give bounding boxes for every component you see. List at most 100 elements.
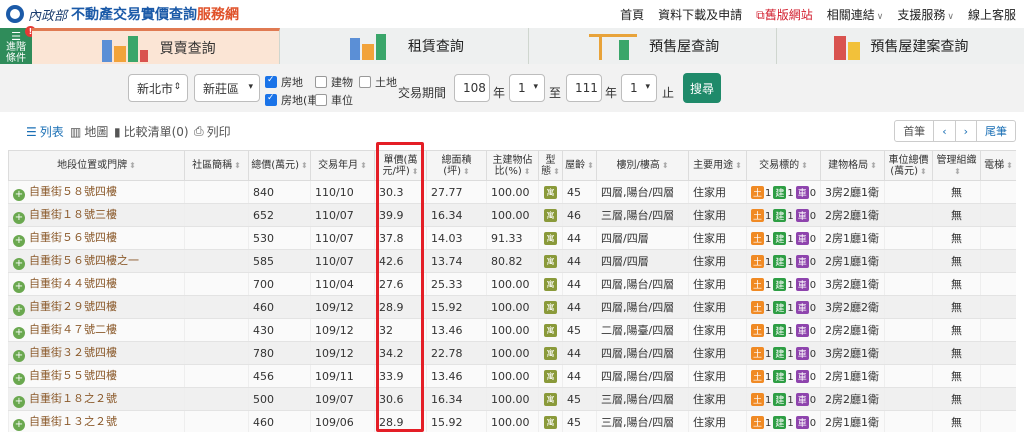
type-checkbox-house-land-car[interactable]: 房地(車) [265,92,323,108]
column-header[interactable]: 總面積(坪) ⬍ [426,150,487,181]
column-header[interactable]: 建物格局 ⬍ [820,150,885,181]
tab-rent[interactable]: 租賃查詢 [280,28,529,64]
apartment-type-icon: 寓 [544,209,557,222]
table-row[interactable]: + 自重街１８號三樓 652 110/07 39.9 16.34 100.00 寓 46 三層,陽… [8,203,1016,227]
first-page-button[interactable]: 首筆 [895,121,935,141]
map-view-button[interactable]: ▥ 地圖 [70,123,108,140]
column-header[interactable]: 車位總價(萬元) ⬍ [884,150,933,181]
address-cell[interactable]: + 自重街４７號二樓 [8,318,185,342]
table-row[interactable]: + 自重街５５號四樓 456 109/11 33.9 13.46 100.00 寓 44 四層,陽… [8,364,1016,388]
site-logo[interactable]: 內政部 不動產交易實價查詢 服務網 [6,4,239,24]
transaction-items-cell: 土1建1車0 [746,249,821,273]
start-year-input[interactable]: 108 [454,74,490,102]
expand-plus-icon[interactable]: + [13,373,25,385]
type-checkbox-building[interactable]: 建物 [315,74,353,90]
type-checkbox-land[interactable]: 土地 [359,74,397,90]
column-header[interactable]: 總價(萬元) ⬍ [248,150,311,181]
print-button[interactable]: ⎙ 列印 [194,123,231,140]
compare-list-button[interactable]: ▮ 比較清單(0) [114,123,189,140]
next-page-button[interactable]: › [956,121,977,141]
table-row[interactable]: + 自重街３２號四樓 780 109/12 34.2 22.78 100.00 寓 44 四層,陽… [8,341,1016,365]
table-row[interactable]: + 自重街５６號四樓之一 585 110/07 42.6 13.74 80.82 寓 44 四層/… [8,249,1016,273]
type-checkbox-house-land[interactable]: 房地 [265,74,303,90]
column-header[interactable]: 交易年月 ⬍ [310,150,375,181]
address-cell[interactable]: + 自重街１８號三樓 [8,203,185,227]
tab-presale-project[interactable]: 預售屋建案查詢 [776,28,1024,64]
floor-cell: 四層,陽台/四層 [596,295,689,319]
sort-icon: ⬍ [234,161,241,170]
address-cell[interactable]: + 自重街５５號四樓 [8,364,185,388]
column-header[interactable]: 地段位置或門牌 ⬍ [8,150,185,181]
expand-plus-icon[interactable]: + [13,212,25,224]
column-header[interactable]: 樓別/樓高 ⬍ [596,150,689,181]
land-tag-count: 1 [765,279,772,291]
last-page-button[interactable]: 尾筆 [977,121,1015,141]
search-button[interactable]: 搜尋 [683,73,721,103]
expand-plus-icon[interactable]: + [13,350,25,362]
address-cell[interactable]: + 自重街２９號四樓 [8,295,185,319]
community-cell [184,180,249,204]
address-cell[interactable]: + 自重街５６號四樓之一 [8,249,185,273]
table-row[interactable]: + 自重街４７號二樓 430 109/12 32 13.46 100.00 寓 45 二層,陽臺/… [8,318,1016,342]
prev-page-button[interactable]: ‹ [934,121,956,141]
sort-icon: ⬍ [870,161,877,170]
address-cell[interactable]: + 自重街４４號四樓 [8,272,185,296]
tab-presale[interactable]: 預售屋查詢 [528,28,777,64]
sort-icon: ⬍ [553,166,560,176]
column-header[interactable]: 主建物佔比(%) ⬍ [486,150,539,181]
end-month-select[interactable]: 1 ▾ [621,74,657,102]
district-select[interactable]: 新莊區 ▾ [194,74,260,102]
list-view-button[interactable]: ☰ 列表 [26,123,64,140]
nav-links[interactable]: 相關連結 ∨ [827,6,884,23]
column-header[interactable]: 交易標的 ⬍ [746,150,821,181]
table-row[interactable]: + 自重街５８號四樓 840 110/10 30.3 27.77 100.00 寓 45 四層,陽… [8,180,1016,204]
start-month-select[interactable]: 1 ▾ [509,74,545,102]
table-row[interactable]: + 自重街４４號四樓 700 110/04 27.6 25.33 100.00 寓 44 四層,陽… [8,272,1016,296]
address-cell[interactable]: + 自重街１３之２號 [8,410,185,432]
type-checkbox-parking[interactable]: 車位 [315,92,353,108]
advanced-filter-button[interactable]: ☰ 進階條件 ! [0,26,36,64]
column-header[interactable]: 單價(萬元/坪) ⬍ [374,150,427,181]
address-cell[interactable]: + 自重街５８號四樓 [8,180,185,204]
results-table: 地段位置或門牌 ⬍ 社區簡稱 ⬍ 總價(萬元) ⬍ 交易年月 ⬍ 單價(萬元/坪) ⬍ 總面積(坪)… [8,150,1016,432]
transaction-items-cell: 土1建1車0 [746,272,821,296]
date-cell: 109/11 [310,364,375,388]
table-row[interactable]: + 自重街２９號四樓 460 109/12 28.9 15.92 100.00 寓 44 四層,陽… [8,295,1016,319]
nav-support[interactable]: 支援服務 ∨ [897,6,954,23]
column-header[interactable]: 屋齡 ⬍ [562,150,597,181]
type-cell: 寓 [538,203,563,227]
column-header[interactable]: 管理組織⬍ [932,150,981,181]
tab-sale[interactable]: 買賣查詢 [32,28,281,64]
chevron-down-icon: ∨ [876,12,884,22]
nav-download[interactable]: 資料下載及申請 [658,6,742,23]
nav-home[interactable]: 首頁 [620,6,644,23]
table-row[interactable]: + 自重街１８之２號 500 109/07 30.6 16.34 100.00 寓 45 三層,陽… [8,387,1016,411]
expand-plus-icon[interactable]: + [13,419,25,431]
column-header[interactable]: 電梯 ⬍ [980,150,1016,181]
expand-plus-icon[interactable]: + [13,396,25,408]
floor-cell: 四層,陽台/四層 [596,180,689,204]
nav-old-site[interactable]: ⧉舊版網站 [756,6,813,23]
expand-plus-icon[interactable]: + [13,327,25,339]
table-row[interactable]: + 自重街１３之２號 460 109/06 28.9 15.92 100.00 寓 45 三層,陽… [8,410,1016,432]
expand-plus-icon[interactable]: + [13,304,25,316]
address-cell[interactable]: + 自重街５６號四樓 [8,226,185,250]
expand-plus-icon[interactable]: + [13,189,25,201]
transaction-items-cell: 土1建1車0 [746,295,821,319]
column-header[interactable]: 主要用途 ⬍ [688,150,747,181]
address-cell[interactable]: + 自重街３２號四樓 [8,341,185,365]
floor-cell: 三層,陽台/四層 [596,387,689,411]
expand-plus-icon[interactable]: + [13,235,25,247]
land-tag-count: 1 [765,394,772,406]
column-header[interactable]: 社區簡稱 ⬍ [184,150,249,181]
building-tag: 建 [773,208,787,222]
address-cell[interactable]: + 自重街１８之２號 [8,387,185,411]
expand-plus-icon[interactable]: + [13,258,25,270]
nav-online-service[interactable]: 線上客服 [968,6,1016,23]
table-row[interactable]: + 自重街５６號四樓 530 110/07 37.8 14.03 91.33 寓 44 四層/四層… [8,226,1016,250]
end-year-input[interactable]: 111 [566,74,602,102]
expand-plus-icon[interactable]: + [13,281,25,293]
column-header[interactable]: 型態 ⬍ [538,150,563,181]
sort-icon: ⬍ [661,161,669,170]
city-select[interactable]: 新北市 ⇕ [128,74,188,102]
